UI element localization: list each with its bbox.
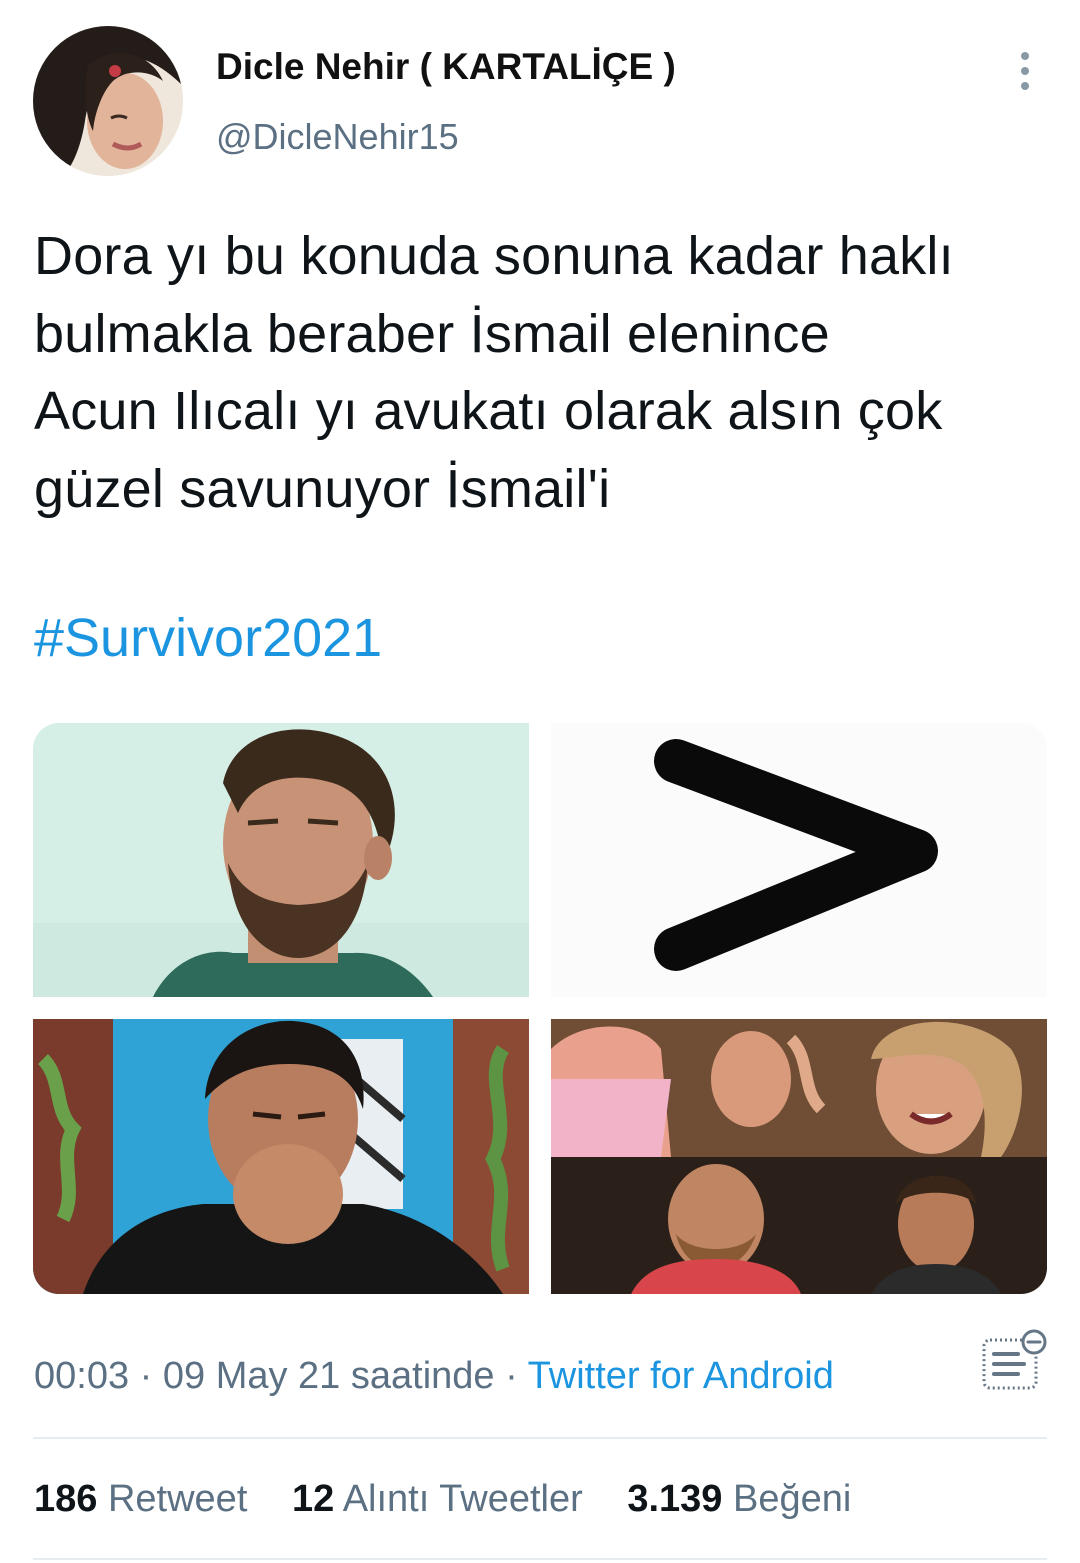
likes-stat[interactable]: 3.139 Beğeni <box>627 1478 851 1520</box>
author-display-name[interactable]: Dicle Nehir ( KARTALİÇE ) <box>216 46 676 88</box>
vertical-ellipsis-icon[interactable] <box>1004 48 1046 94</box>
engagement-stats: 186 Retweet 12 Alıntı Tweetler 3.139 Beğ… <box>34 1478 885 1521</box>
author-handle[interactable]: @DicleNehir15 <box>216 116 459 158</box>
tweet-activity-icon[interactable] <box>978 1328 1048 1394</box>
media-image-man-drinking[interactable] <box>33 1019 529 1294</box>
tweet-time: 00:03 <box>34 1355 130 1397</box>
quotes-count: 12 <box>291 1478 335 1520</box>
meta-separator: · <box>494 1355 528 1397</box>
tweet-meta: 00:03 · 09 May 21 saatinde · Twitter for… <box>34 1355 834 1398</box>
media-image-greater-than[interactable] <box>551 723 1047 997</box>
media-image-bearded-man[interactable] <box>33 723 529 997</box>
divider <box>33 1437 1047 1439</box>
media-grid <box>33 723 1047 1294</box>
retweets-count: 186 <box>34 1478 98 1520</box>
quotes-label: Alıntı Tweetler <box>342 1478 583 1520</box>
likes-count: 3.139 <box>627 1478 723 1520</box>
media-image-laughing-contestants[interactable] <box>551 1019 1047 1294</box>
retweets-label: Retweet <box>107 1478 248 1520</box>
quotes-stat[interactable]: 12 Alıntı Tweetler <box>292 1478 583 1520</box>
tweet-source-link[interactable]: Twitter for Android <box>528 1355 834 1397</box>
hashtag-link[interactable]: #Survivor2021 <box>34 607 382 669</box>
divider <box>33 1558 1047 1560</box>
tweet-date: 09 May 21 saatinde <box>162 1355 495 1397</box>
meta-separator: · <box>129 1355 163 1397</box>
tweet-text: Dora yı bu konuda sonuna kadar haklı bul… <box>34 226 954 519</box>
author-avatar[interactable] <box>33 26 183 176</box>
likes-label: Beğeni <box>733 1478 852 1520</box>
retweets-stat[interactable]: 186 Retweet <box>34 1478 247 1520</box>
